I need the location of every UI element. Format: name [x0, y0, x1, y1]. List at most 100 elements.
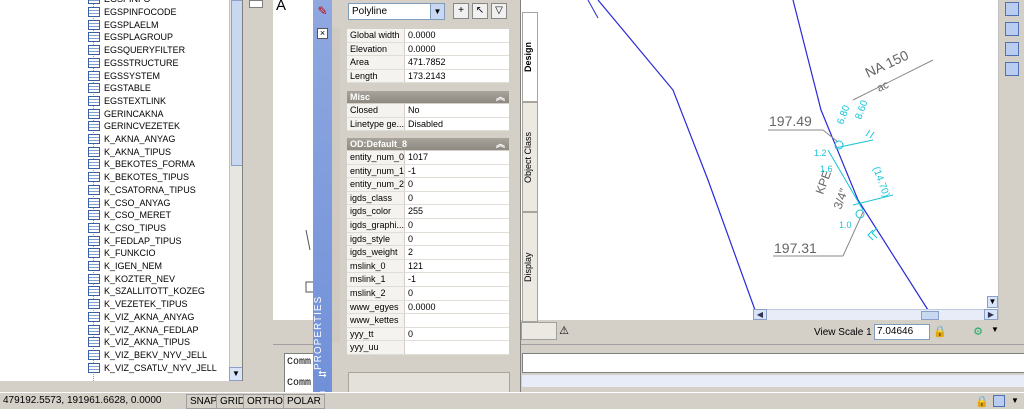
chevron-down-icon[interactable]: ▼ [1011, 396, 1019, 405]
property-value[interactable]: -1 [405, 273, 509, 286]
property-value[interactable]: 255 [405, 205, 509, 218]
table-list-item[interactable]: K_CSATORNA_TIPUS [88, 184, 196, 197]
property-value[interactable]: 0 [405, 191, 509, 205]
od-section-header[interactable]: OD:Default_8 ︽ [347, 138, 509, 150]
scrollbar-thumb[interactable] [921, 311, 939, 320]
properties-titlebar[interactable]: ✎ × PROPERTIES ⇆ ≡ [313, 0, 332, 409]
property-row[interactable]: Global width 0.0000 [347, 29, 509, 43]
tab-object-class[interactable]: Object Class [522, 102, 538, 212]
table-list-item[interactable]: K_VIZ_BEKV_NYV_JELL [88, 349, 207, 362]
table-list-item[interactable]: GERINCVEZETEK [88, 120, 180, 133]
table-list-item[interactable]: GERINCAKNA [88, 107, 164, 120]
table-list-item[interactable]: EGSTABLE [88, 82, 151, 95]
table-list-item[interactable]: K_IGEN_NEM [88, 260, 162, 273]
property-value[interactable]: 0.0000 [405, 42, 509, 56]
property-value[interactable]: 0 [405, 286, 509, 300]
property-row[interactable]: yyy_uu [347, 341, 509, 355]
collapse-icon[interactable]: ︽ [496, 138, 505, 150]
misc-section-header[interactable]: Misc ︽ [347, 91, 509, 103]
tray-settings-icon[interactable] [993, 395, 1005, 407]
view-scale-select[interactable]: 7.04646 [874, 324, 930, 340]
property-row[interactable]: mslink_1 -1 [347, 273, 509, 287]
table-list-item[interactable]: K_AKNA_TIPUS [88, 145, 171, 158]
table-list-item[interactable]: K_VIZ_AKNA_TIPUS [88, 336, 190, 349]
property-row[interactable]: igds_class 0 [347, 191, 509, 206]
property-row[interactable]: yyy_tt 0 [347, 327, 509, 342]
scroll-right-arrow-icon[interactable]: ▶ [984, 309, 998, 320]
table-list-item[interactable]: EGSPLAELM [88, 18, 159, 31]
table-list-item[interactable]: K_VIZ_AKNA_ANYAG [88, 311, 194, 324]
property-row[interactable]: Linetype ge... Disabled [347, 117, 509, 132]
table-list-item[interactable]: K_CSO_MERET [88, 209, 171, 222]
property-row[interactable]: Area 471.7852 [347, 56, 509, 70]
property-value[interactable]: 121 [405, 259, 509, 273]
lock-icon[interactable]: 🔒 [933, 325, 947, 339]
collapse-icon[interactable]: ︽ [496, 91, 505, 103]
property-row[interactable]: entity_num_0 1017 [347, 151, 509, 165]
command-horizontal-scrollbar[interactable] [522, 375, 1024, 387]
property-value[interactable]: 1017 [405, 151, 509, 164]
properties-scrollbar[interactable] [332, 28, 340, 343]
table-list-item[interactable]: K_SZALLITOTT_KOZEG [88, 285, 205, 298]
property-value[interactable]: 0 [405, 232, 509, 246]
property-row[interactable]: igds_weight 2 [347, 246, 509, 260]
property-value[interactable]: -1 [405, 164, 509, 178]
property-row[interactable]: mslink_2 0 [347, 286, 509, 301]
scroll-down-arrow-icon[interactable]: ▼ [229, 367, 242, 381]
toolbar-icon-1[interactable] [1005, 2, 1019, 16]
toolbar-icon-3[interactable] [1005, 42, 1019, 56]
lock-icon[interactable]: 🔒 [975, 395, 989, 408]
table-list-item[interactable]: K_VEZETEK_TIPUS [88, 298, 188, 311]
property-value[interactable]: Disabled [405, 117, 509, 131]
table-list-item[interactable]: K_FUNKCIO [88, 247, 156, 260]
table-list-item[interactable]: EGSQUERYFILTER [88, 44, 185, 57]
property-value[interactable]: 0.0000 [405, 300, 509, 314]
table-list-item[interactable]: K_CSO_ANYAG [88, 196, 170, 209]
ortho-toggle[interactable]: ORTHO [243, 394, 287, 409]
property-value[interactable]: 0 [405, 178, 509, 191]
property-row[interactable]: www_egyes 0.0000 [347, 300, 509, 315]
table-list-item[interactable]: EGSSTRUCTURE [88, 57, 179, 70]
scroll-left-arrow-icon[interactable]: ◀ [753, 309, 767, 320]
table-list-scrollbar[interactable] [229, 0, 242, 381]
canvas-horizontal-scrollbar[interactable] [753, 309, 998, 320]
property-row[interactable]: entity_num_2 0 [347, 178, 509, 192]
settings-icon[interactable]: ⚙ [971, 325, 985, 339]
property-row[interactable]: entity_num_1 -1 [347, 164, 509, 179]
table-list-item[interactable]: K_FEDLAP_TIPUS [88, 234, 182, 247]
warning-icon[interactable]: ⚠ [557, 324, 571, 338]
property-row[interactable]: www_kettes [347, 314, 509, 328]
property-row[interactable]: Elevation 0.0000 [347, 42, 509, 57]
table-list-item[interactable]: EGSPINFOCODE [88, 6, 177, 19]
chevron-down-icon[interactable]: ▼ [991, 325, 999, 334]
select-objects-icon[interactable]: ↖ [472, 3, 488, 19]
table-list-item[interactable]: K_BEKOTES_FORMA [88, 158, 195, 171]
property-value[interactable] [405, 314, 509, 327]
table-list-item[interactable]: K_KOZTER_NEV [88, 272, 175, 285]
object-type-select[interactable]: Polyline ▼ [348, 3, 445, 20]
quick-select-icon[interactable]: ▽ [491, 3, 507, 19]
property-row[interactable]: Closed No [347, 104, 509, 118]
property-row[interactable]: mslink_0 121 [347, 259, 509, 274]
polar-toggle[interactable]: POLAR [283, 394, 325, 409]
table-list-item[interactable]: K_VIZ_AKNA_FEDLAP [88, 323, 199, 336]
toolbar-icon-4[interactable] [1005, 62, 1019, 76]
property-row[interactable]: igds_graphi... 0 [347, 218, 509, 233]
toolbar-icon-2[interactable] [1005, 22, 1019, 36]
property-value[interactable] [405, 341, 509, 354]
close-icon[interactable]: × [317, 28, 328, 39]
splitter-handle[interactable] [249, 0, 263, 8]
layout-tab[interactable] [521, 322, 557, 340]
property-value[interactable]: No [405, 104, 509, 117]
table-list-item[interactable]: K_AKNA_ANYAG [88, 133, 175, 146]
property-value[interactable]: 471.7852 [405, 56, 509, 69]
tab-design[interactable]: Design [522, 12, 538, 102]
property-row[interactable]: igds_color 255 [347, 205, 509, 219]
tab-display[interactable]: Display [522, 212, 538, 322]
table-list-item[interactable]: EGSSYSTEM [88, 69, 160, 82]
property-value[interactable]: 173.2143 [405, 69, 509, 83]
chevron-down-icon[interactable]: ▼ [430, 4, 444, 19]
command-input[interactable] [522, 353, 1024, 373]
property-row[interactable]: igds_style 0 [347, 232, 509, 247]
scrollbar-thumb[interactable] [231, 0, 242, 166]
